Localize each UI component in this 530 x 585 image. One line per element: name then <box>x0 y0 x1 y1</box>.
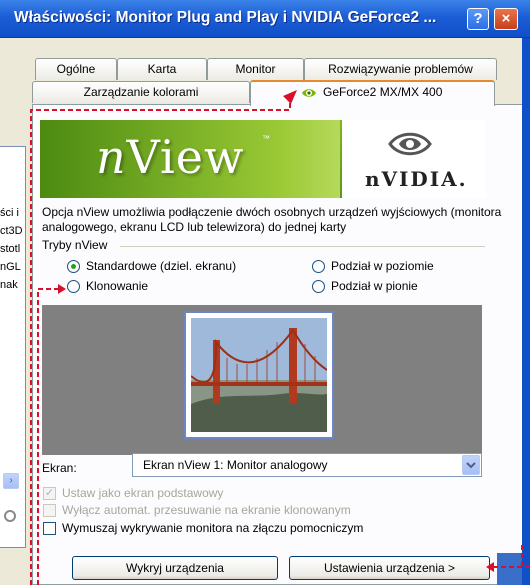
window-frame-edge <box>522 38 530 585</box>
checkbox-set-primary[interactable]: ✓ Ustaw jako ekran podstawowy <box>43 486 223 500</box>
screen-select-label: Ekran: <box>42 461 77 475</box>
radio-dot[interactable] <box>312 279 325 293</box>
radio-vertical-span[interactable]: Podział w pionie <box>312 279 418 293</box>
checkbox-box[interactable]: ✓ <box>43 486 56 500</box>
nvidia-eye-icon <box>302 89 316 97</box>
radio-dot[interactable] <box>312 259 325 273</box>
tab-geforce[interactable]: GeForce2 MX/MX 400 <box>250 80 495 106</box>
tab-troubleshoot[interactable]: Rozwiązywanie problemów <box>304 58 497 80</box>
radio-label: Standardowe (dziel. ekranu) <box>86 259 237 273</box>
checkbox-box[interactable] <box>43 521 56 535</box>
window-title: Właściwości: Monitor Plug and Play i NVI… <box>14 9 437 26</box>
background-scroll-arrow-icon[interactable]: › <box>3 473 19 489</box>
radio-dot-selected[interactable] <box>67 259 80 273</box>
help-button[interactable]: ? <box>467 8 489 30</box>
checkbox-label: Wyłącz automat. przesuwanie na ekranie k… <box>62 503 351 517</box>
tab-geforce-label: GeForce2 MX/MX 400 <box>323 85 443 99</box>
device-settings-button[interactable]: Ustawienia urządzenia > <box>289 556 490 580</box>
title-bar[interactable]: Właściwości: Monitor Plug and Play i NVI… <box>0 0 530 38</box>
screen-select[interactable]: Ekran nView 1: Monitor analogowy <box>132 453 482 477</box>
checkbox-label: Wymuszaj wykrywanie monitora na złączu p… <box>62 521 364 535</box>
radio-label: Podział w poziomie <box>331 259 434 273</box>
checkbox-label: Ustaw jako ekran podstawowy <box>62 486 224 500</box>
monitor-preview[interactable] <box>184 311 334 439</box>
tab-general[interactable]: Ogólne <box>35 58 117 80</box>
radio-horizontal-span[interactable]: Podział w poziomie <box>312 259 434 273</box>
checkbox-box[interactable] <box>43 503 56 517</box>
tab-color-management[interactable]: Zarządzanie kolorami <box>32 81 250 103</box>
background-text: nak <box>0 279 18 291</box>
golden-gate-bridge-image <box>190 318 328 432</box>
nvidia-wordmark: nVIDIA. <box>365 167 468 191</box>
group-divider <box>120 246 485 247</box>
nvidia-eye-logo-icon <box>387 127 433 161</box>
close-button[interactable]: × <box>494 8 518 30</box>
trademark-mark: ™ <box>262 134 270 143</box>
radio-label: Klonowanie <box>86 279 149 293</box>
nview-banner: nView ™ nVIDIA. <box>40 120 486 198</box>
bridge-wallpaper-image <box>190 318 328 432</box>
radio-clone[interactable]: Klonowanie <box>67 279 148 293</box>
nview-description: Opcja nView umożliwia podłączenie dwóch … <box>42 205 502 234</box>
background-text: ct3D <box>0 225 23 237</box>
background-text: nGL <box>0 261 21 273</box>
modes-group-label: Tryby nView <box>42 238 108 252</box>
radio-label: Podział w pionie <box>331 279 418 293</box>
window-frame-corner <box>497 553 522 585</box>
display-properties-window: Właściwości: Monitor Plug and Play i NVI… <box>0 0 530 585</box>
nvidia-logo-box: nVIDIA. <box>342 120 486 198</box>
background-text: stotl <box>0 243 21 255</box>
chevron-down-icon[interactable] <box>462 455 480 475</box>
detect-devices-button[interactable]: Wykryj urządzenia <box>72 556 278 580</box>
radio-standard[interactable]: Standardowe (dziel. ekranu) <box>67 259 236 273</box>
background-text: ści i <box>0 207 19 219</box>
checkbox-disable-autopan[interactable]: Wyłącz automat. przesuwanie na ekranie k… <box>43 503 351 517</box>
checkbox-force-detect[interactable]: Wymuszaj wykrywanie monitora na złączu p… <box>43 521 363 535</box>
nview-logo: nView <box>96 130 245 184</box>
screen-select-value: Ekran nView 1: Monitor analogowy <box>143 458 328 472</box>
tab-monitor[interactable]: Monitor <box>207 58 304 80</box>
tab-adapter[interactable]: Karta <box>117 58 207 80</box>
background-circle-icon <box>4 510 16 522</box>
radio-dot[interactable] <box>67 279 80 293</box>
